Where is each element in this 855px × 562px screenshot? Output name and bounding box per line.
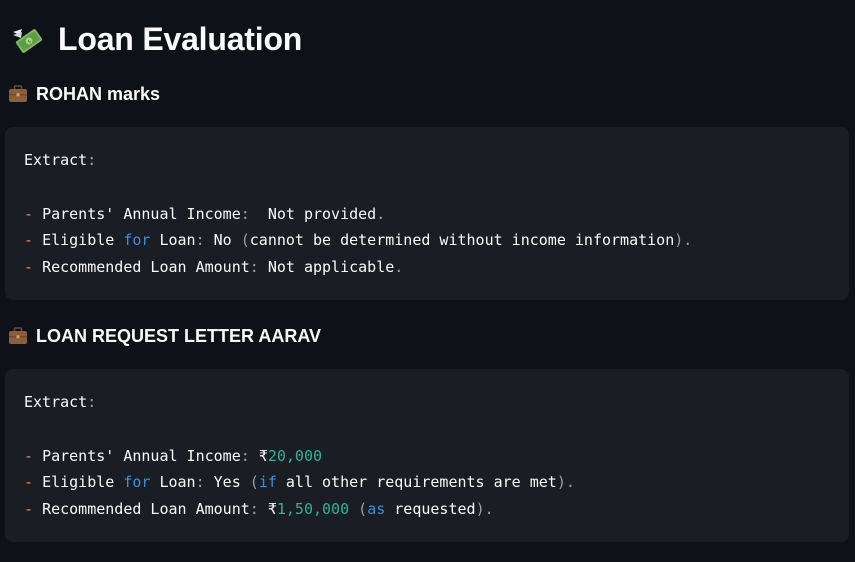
keyword-as: as	[367, 500, 386, 518]
amount-value: Not applicable	[267, 258, 395, 276]
eligible-label: Eligible	[42, 473, 115, 491]
code-line-extract: Extract:	[24, 151, 97, 169]
code-line-amount: - Recommended Loan Amount: Not applicabl…	[24, 258, 404, 276]
section-heading-aarav: LOAN REQUEST LETTER AARAV	[8, 324, 321, 348]
eligible-loan-word: Loan	[159, 473, 196, 491]
eligible-value: No	[213, 231, 232, 249]
app-page: $ Loan Evaluation ROHAN marks Extract: -…	[0, 0, 855, 562]
eligible-value: Yes	[213, 473, 241, 491]
income-label: Parents' Annual Income	[42, 205, 241, 223]
briefcase-icon	[9, 327, 27, 344]
section-heading-rohan: ROHAN marks	[8, 82, 160, 106]
code-block-aarav: Extract: - Parents' Annual Income: ₹20,0…	[5, 369, 849, 542]
eligible-note: cannot be determined without income info…	[249, 231, 675, 249]
eligible-label: Eligible	[42, 231, 115, 249]
income-number: 20,000	[267, 447, 323, 465]
page-title-text: Loan Evaluation	[58, 20, 303, 57]
income-label: Parents' Annual Income	[42, 447, 241, 465]
amount-label: Recommended Loan Amount	[42, 258, 250, 276]
amount-number: 1,50,000	[276, 500, 350, 518]
money-with-wings-icon: $	[13, 29, 43, 53]
page-title: $ Loan Evaluation	[10, 16, 302, 62]
keyword-if: if	[258, 473, 277, 491]
briefcase-icon	[9, 85, 27, 102]
code-line-amount: - Recommended Loan Amount: ₹1,50,000 (as…	[24, 500, 494, 518]
code-header: Extract	[24, 151, 88, 169]
eligible-note: all other requirements are met	[285, 473, 557, 491]
amount-label: Recommended Loan Amount	[42, 500, 250, 518]
income-currency: ₹	[258, 447, 268, 465]
amount-note: requested	[394, 500, 476, 518]
code-line-eligible: - Eligible for Loan: Yes (if all other r…	[24, 473, 575, 491]
section-heading-text: LOAN REQUEST LETTER AARAV	[36, 325, 322, 346]
eligible-loan-word: Loan	[159, 231, 196, 249]
code-block-rohan: Extract: - Parents' Annual Income: Not p…	[5, 127, 849, 300]
keyword-for: for	[123, 231, 151, 249]
income-value: Not provided	[267, 205, 377, 223]
code-line-income: - Parents' Annual Income: Not provided.	[24, 205, 386, 223]
code-header: Extract	[24, 393, 88, 411]
code-line-income: - Parents' Annual Income: ₹20,000	[24, 447, 323, 465]
code-line-eligible: - Eligible for Loan: No (cannot be deter…	[24, 231, 693, 249]
code-line-extract: Extract:	[24, 393, 97, 411]
amount-currency: ₹	[267, 500, 277, 518]
section-heading-text: ROHAN marks	[36, 83, 161, 104]
keyword-for: for	[123, 473, 151, 491]
